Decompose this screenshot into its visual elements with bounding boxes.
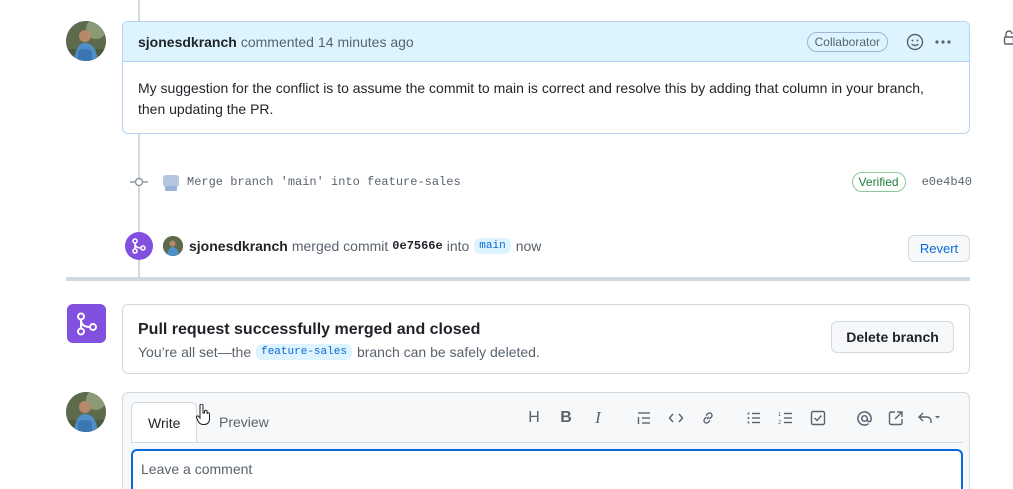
merge-sub-prefix: You’re all set—the	[138, 344, 252, 360]
revert-button[interactable]: Revert	[908, 235, 970, 262]
bold-icon[interactable]: B	[550, 404, 582, 432]
merge-author[interactable]: sjonesdkranch	[189, 238, 288, 254]
reference-icon[interactable]	[880, 404, 912, 432]
merge-into: into	[446, 238, 470, 254]
svg-text:2: 2	[778, 420, 781, 426]
avatar[interactable]	[66, 392, 106, 432]
merge-sub-suffix: branch can be safely deleted.	[356, 344, 540, 360]
mouse-cursor-icon	[195, 403, 210, 429]
svg-text:1: 1	[778, 412, 781, 418]
bot-avatar-icon[interactable]	[162, 173, 180, 191]
tab-underline	[131, 442, 963, 443]
timeline-divider	[66, 277, 970, 281]
link-icon[interactable]	[692, 404, 724, 432]
avatar[interactable]	[66, 21, 106, 61]
commit-dot-icon	[130, 173, 148, 191]
commit-row: Merge branch 'main' into feature-sales V…	[130, 170, 972, 194]
merge-status-subtitle: You’re all set—the feature-sales branch …	[138, 344, 540, 360]
merge-status-icon	[67, 304, 106, 343]
merge-time[interactable]: now	[516, 238, 542, 254]
saved-reply-icon[interactable]	[912, 404, 946, 432]
markdown-toolbar: H B I 12	[518, 403, 946, 433]
comment-action: commented	[240, 33, 314, 50]
comment-header: sjonesdkranch commented 14 minutes ago C…	[123, 22, 969, 62]
merge-status-box: Pull request successfully merged and clo…	[122, 304, 970, 374]
comment-time[interactable]: 14 minutes ago	[318, 34, 414, 50]
commit-sha[interactable]: e0e4b40	[922, 175, 972, 189]
comment-card: sjonesdkranch commented 14 minutes ago C…	[122, 21, 970, 134]
commit-message[interactable]: Merge branch 'main' into feature-sales	[187, 175, 461, 189]
source-branch[interactable]: feature-sales	[256, 344, 352, 360]
role-badge: Collaborator	[806, 31, 888, 52]
ordered-list-icon[interactable]: 12	[770, 404, 802, 432]
comment-author[interactable]: sjonesdkranch	[138, 34, 237, 50]
kebab-menu-icon[interactable]	[932, 31, 954, 53]
heading-icon[interactable]: H	[518, 404, 550, 432]
smiley-icon[interactable]	[904, 31, 926, 53]
merge-icon	[125, 232, 153, 260]
mention-icon[interactable]	[848, 404, 880, 432]
lock-icon	[1003, 25, 1013, 45]
unordered-list-icon[interactable]	[738, 404, 770, 432]
quote-icon[interactable]	[628, 404, 660, 432]
timeline-line	[138, 0, 140, 22]
tab-preview[interactable]: Preview	[203, 402, 285, 442]
italic-icon[interactable]: I	[582, 404, 614, 432]
merge-sha[interactable]: 0e7566e	[392, 239, 442, 253]
code-icon[interactable]	[660, 404, 692, 432]
comment-editor: Write Preview H B I 12 Leave a comment	[122, 392, 970, 489]
merge-action: merged commit	[291, 238, 389, 254]
merge-status-title: Pull request successfully merged and clo…	[138, 321, 481, 338]
merge-event: sjonesdkranch merged commit 0e7566e into…	[163, 236, 541, 256]
comment-body: My suggestion for the conflict is to ass…	[138, 80, 924, 117]
avatar[interactable]	[163, 236, 183, 256]
task-list-icon[interactable]	[802, 404, 834, 432]
target-branch[interactable]: main	[474, 238, 511, 254]
delete-branch-button[interactable]: Delete branch	[831, 321, 954, 353]
tab-write[interactable]: Write	[131, 402, 198, 443]
verified-badge[interactable]: Verified	[851, 172, 906, 192]
comment-textarea[interactable]: Leave a comment	[131, 449, 963, 489]
